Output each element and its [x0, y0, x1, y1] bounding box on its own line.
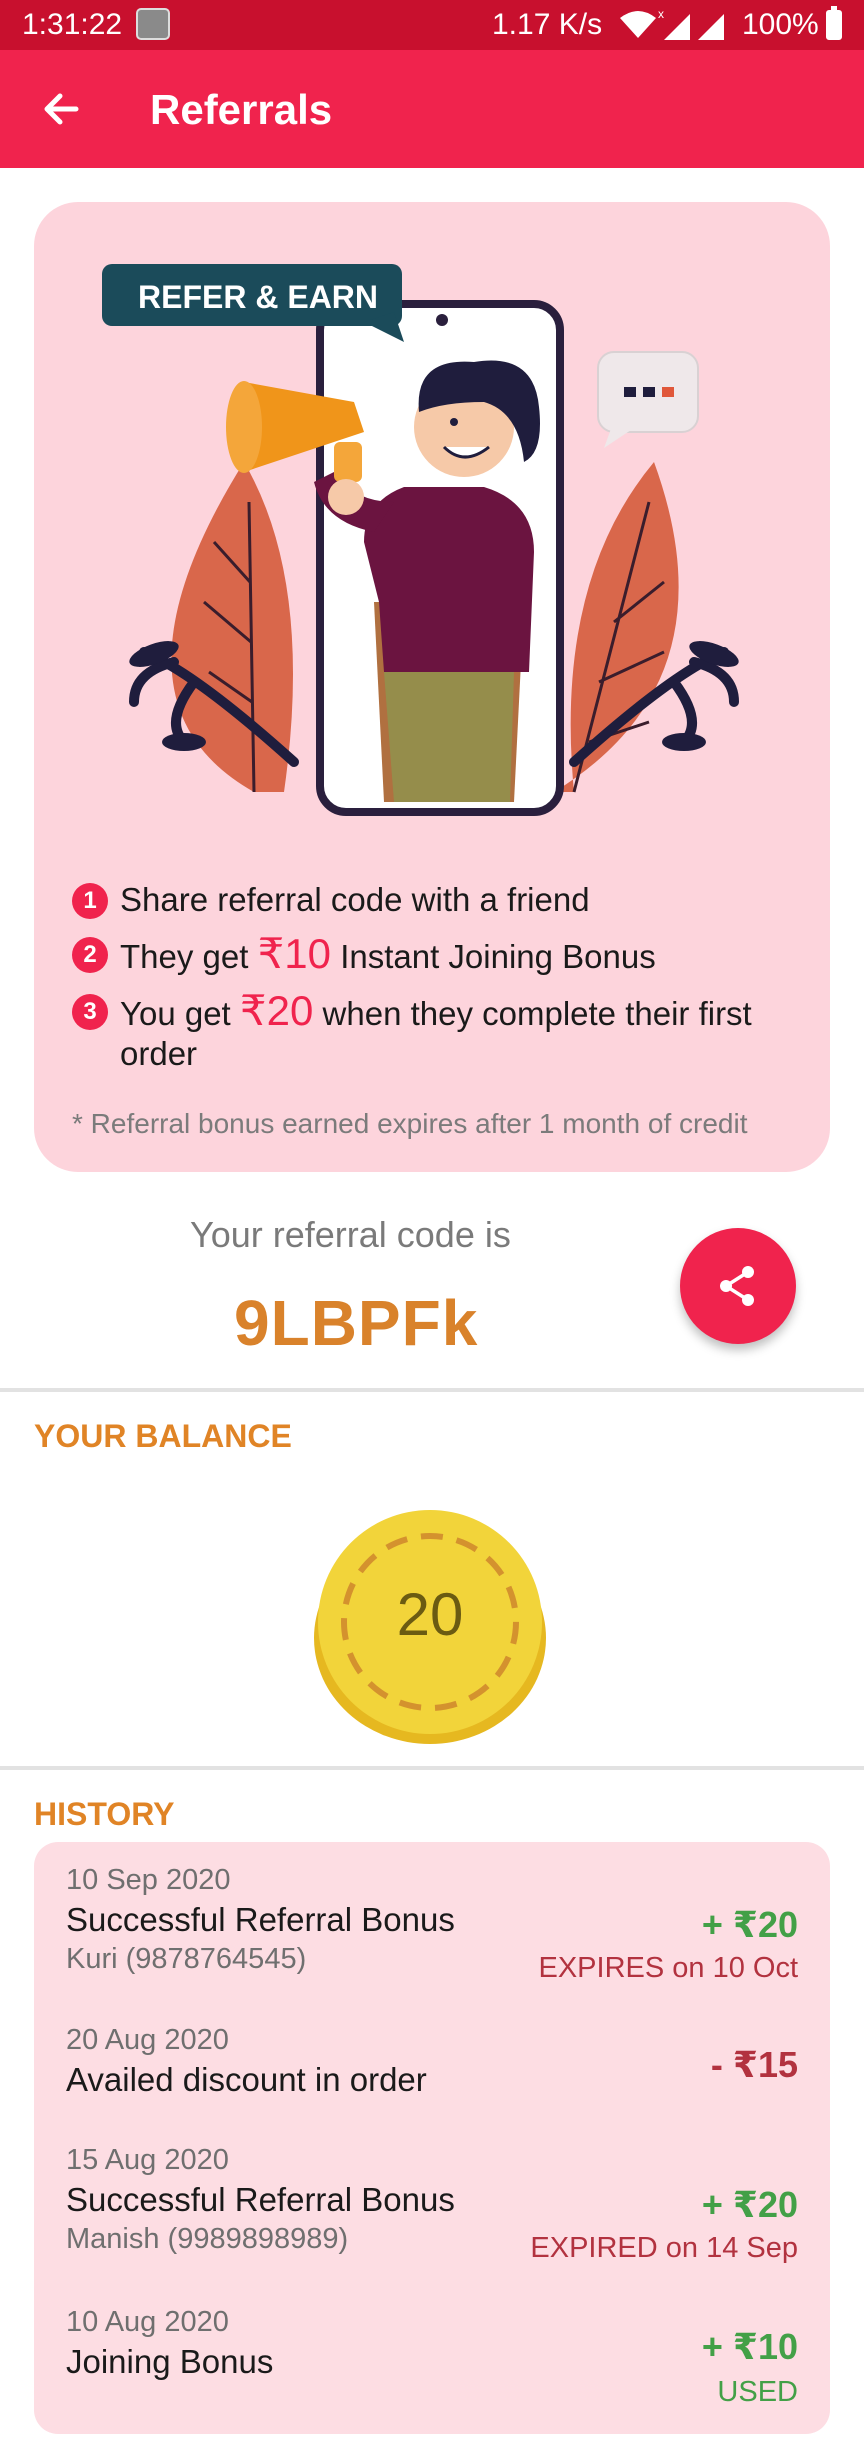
history-description: Availed discount in order: [66, 2061, 427, 2098]
step-number: 3: [72, 994, 108, 1030]
step-amount: ₹10: [257, 930, 332, 977]
history-status: USED: [717, 2376, 798, 2408]
history-list: 10 Sep 2020 Successful Referral Bonus Ku…: [34, 1842, 830, 2434]
arrow-left-icon[interactable]: [36, 84, 86, 134]
history-amount: + ₹20: [701, 1904, 798, 1945]
history-date: 10 Aug 2020: [66, 2306, 229, 2338]
page-title: Referrals: [150, 86, 333, 133]
balance-heading: YOUR BALANCE: [34, 1418, 292, 1454]
leaf-decoration-left: [129, 462, 299, 793]
history-amount: - ₹15: [710, 2044, 798, 2085]
refer-earn-card: REFER & EARN 1 Share referral code with …: [34, 202, 830, 1172]
step-text: You get: [120, 995, 240, 1032]
step-3: 3 You get ₹20 when they complete their f…: [72, 990, 812, 1074]
step-text: Instant Joining Bonus: [331, 938, 656, 975]
history-description: Successful Referral Bonus: [66, 1901, 455, 1938]
share-icon: [720, 1266, 754, 1306]
history-amount: + ₹20: [701, 2184, 798, 2225]
history-amount: + ₹10: [701, 2326, 798, 2367]
balance-value: 20: [396, 1581, 464, 1648]
share-button[interactable]: [680, 1228, 796, 1344]
referral-steps: 1 Share referral code with a friend 2 Th…: [72, 880, 812, 1088]
referral-code-label: Your referral code is: [190, 1214, 511, 1255]
step-text: Share referral code with a friend: [120, 881, 590, 918]
status-bar: 1:31:22 1.17 K/s x 100%: [0, 0, 864, 50]
history-item: 15 Aug 2020 Successful Referral Bonus Ma…: [66, 2144, 798, 2264]
history-item: 10 Sep 2020 Successful Referral Bonus Ku…: [66, 1864, 798, 1984]
wifi-icon: x: [620, 8, 724, 40]
history-date: 15 Aug 2020: [66, 2144, 229, 2176]
battery-level: 100%: [742, 8, 819, 41]
battery-icon: [826, 6, 842, 40]
history-heading: HISTORY: [34, 1796, 175, 1832]
refer-earn-badge: REFER & EARN: [138, 279, 378, 315]
history-status: EXPIRES on 10 Oct: [538, 1952, 798, 1984]
status-time: 1:31:22: [22, 8, 123, 41]
divider: [0, 1388, 864, 1392]
history-description: Successful Referral Bonus: [66, 2181, 455, 2218]
history-status: EXPIRED on 14 Sep: [530, 2232, 798, 2264]
svg-text:x: x: [658, 8, 664, 21]
network-speed: 1.17 K/s: [492, 8, 603, 41]
step-amount: ₹20: [239, 987, 314, 1034]
app-bar: Referrals: [0, 50, 864, 168]
step-number: 1: [72, 883, 108, 919]
refer-illustration: REFER & EARN: [102, 264, 739, 816]
step-2: 2 They get ₹10 Instant Joining Bonus: [72, 933, 812, 977]
leaf-decoration-right: [554, 462, 739, 793]
step-1: 1 Share referral code with a friend: [72, 880, 812, 920]
history-description: Joining Bonus: [66, 2343, 274, 2380]
referral-code[interactable]: 9LBPFk: [234, 1286, 478, 1360]
step-number: 2: [72, 937, 108, 973]
history-date: 20 Aug 2020: [66, 2024, 229, 2056]
history-item: 10 Aug 2020 Joining Bonus + ₹10 USED: [66, 2306, 798, 2408]
divider: [0, 1766, 864, 1770]
step-text: They get: [120, 938, 258, 975]
history-item: 20 Aug 2020 Availed discount in order - …: [66, 2024, 798, 2099]
gallery-thumbnail-icon: [136, 8, 170, 40]
expiry-note: * Referral bonus earned expires after 1 …: [72, 1108, 748, 1139]
history-date: 10 Sep 2020: [66, 1864, 231, 1896]
